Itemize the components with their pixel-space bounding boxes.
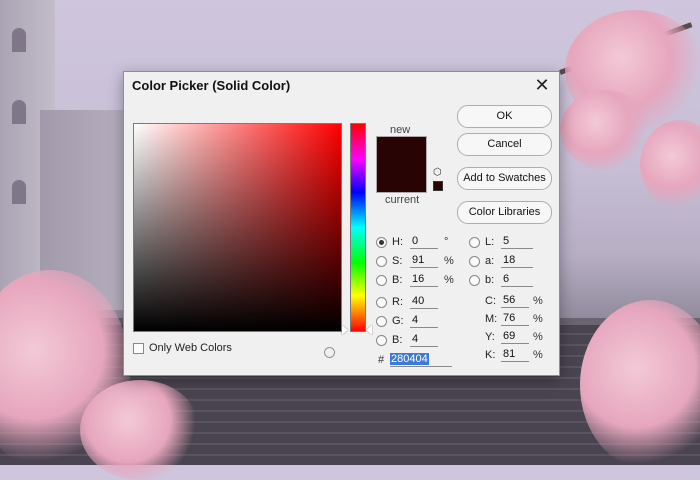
add-to-swatches-button[interactable]: Add to Swatches bbox=[457, 167, 552, 190]
red-radio[interactable] bbox=[376, 297, 387, 308]
dialog-title: Color Picker (Solid Color) bbox=[132, 78, 291, 93]
red-input[interactable]: 40 bbox=[410, 295, 438, 309]
cyan-input[interactable]: 56 bbox=[501, 294, 529, 308]
hue-slider-handle-left[interactable] bbox=[342, 325, 348, 335]
yellow-input[interactable]: 69 bbox=[501, 330, 529, 344]
cube-icon[interactable]: ⬡ bbox=[433, 168, 443, 178]
color-libraries-button[interactable]: Color Libraries bbox=[457, 201, 552, 224]
only-web-colors-label: Only Web Colors bbox=[149, 342, 232, 354]
lab-a-radio[interactable] bbox=[469, 256, 480, 267]
lab-a-label: a: bbox=[485, 255, 495, 267]
magenta-unit: % bbox=[533, 313, 543, 325]
magenta-label: M: bbox=[485, 313, 498, 325]
lab-b-input[interactable]: 6 bbox=[501, 273, 533, 287]
background-blossom bbox=[80, 380, 200, 480]
hue-input[interactable]: 0 bbox=[410, 235, 438, 249]
saturation-label: S: bbox=[392, 255, 403, 267]
color-field-marker[interactable] bbox=[325, 348, 334, 357]
color-picker-dialog: Color Picker (Solid Color) ✕ new current… bbox=[123, 71, 560, 376]
hue-unit: ° bbox=[444, 236, 449, 248]
black-input[interactable]: 81 bbox=[501, 348, 529, 362]
hue-label: H: bbox=[392, 236, 403, 248]
cancel-button[interactable]: Cancel bbox=[457, 133, 552, 156]
hex-hash-label: # bbox=[378, 354, 385, 366]
black-label: K: bbox=[485, 349, 496, 361]
magenta-input[interactable]: 76 bbox=[501, 312, 529, 326]
saturation-radio[interactable] bbox=[376, 256, 387, 267]
lightness-input[interactable]: 5 bbox=[501, 235, 533, 249]
red-label: R: bbox=[392, 296, 403, 308]
background-blossom bbox=[560, 90, 650, 170]
lightness-label: L: bbox=[485, 236, 495, 248]
hue-slider-handle-right[interactable] bbox=[366, 325, 372, 335]
blue-input[interactable]: 4 bbox=[410, 333, 438, 347]
saturation-input[interactable]: 91 bbox=[410, 254, 438, 268]
brightness-radio[interactable] bbox=[376, 275, 387, 286]
new-color-swatch bbox=[377, 137, 426, 165]
ok-button[interactable]: OK bbox=[457, 105, 552, 128]
yellow-label: Y: bbox=[485, 331, 495, 343]
lab-b-label: b: bbox=[485, 274, 495, 286]
brightness-unit: % bbox=[444, 274, 454, 286]
brightness-input[interactable]: 16 bbox=[410, 273, 438, 287]
color-preview-swatch bbox=[376, 136, 427, 193]
tower-window bbox=[12, 100, 26, 124]
yellow-unit: % bbox=[533, 331, 543, 343]
black-unit: % bbox=[533, 349, 543, 361]
only-web-colors-checkbox[interactable] bbox=[133, 343, 144, 354]
current-color-label: current bbox=[385, 194, 420, 206]
cyan-unit: % bbox=[533, 295, 543, 307]
blue-label: B: bbox=[392, 334, 403, 346]
lab-b-radio[interactable] bbox=[469, 275, 480, 286]
hue-radio[interactable] bbox=[376, 237, 387, 248]
color-field[interactable] bbox=[133, 123, 342, 357]
saturation-unit: % bbox=[444, 255, 454, 267]
tower-window bbox=[12, 180, 26, 204]
new-color-label: new bbox=[390, 124, 411, 136]
lab-a-input[interactable]: 18 bbox=[501, 254, 533, 268]
blue-radio[interactable] bbox=[376, 335, 387, 346]
hue-slider[interactable] bbox=[350, 123, 366, 332]
close-icon[interactable]: ✕ bbox=[531, 74, 553, 96]
lightness-radio[interactable] bbox=[469, 237, 480, 248]
hex-value-selected: 280404 bbox=[390, 353, 429, 365]
current-color-swatch[interactable] bbox=[377, 164, 426, 192]
hex-input[interactable]: 280404 bbox=[390, 352, 452, 367]
tower-window bbox=[12, 28, 26, 52]
green-input[interactable]: 4 bbox=[410, 314, 438, 328]
cyan-label: C: bbox=[485, 295, 496, 307]
green-label: G: bbox=[392, 315, 404, 327]
brightness-label: B: bbox=[392, 274, 403, 286]
green-radio[interactable] bbox=[376, 316, 387, 327]
gamut-square-icon[interactable] bbox=[433, 181, 443, 191]
